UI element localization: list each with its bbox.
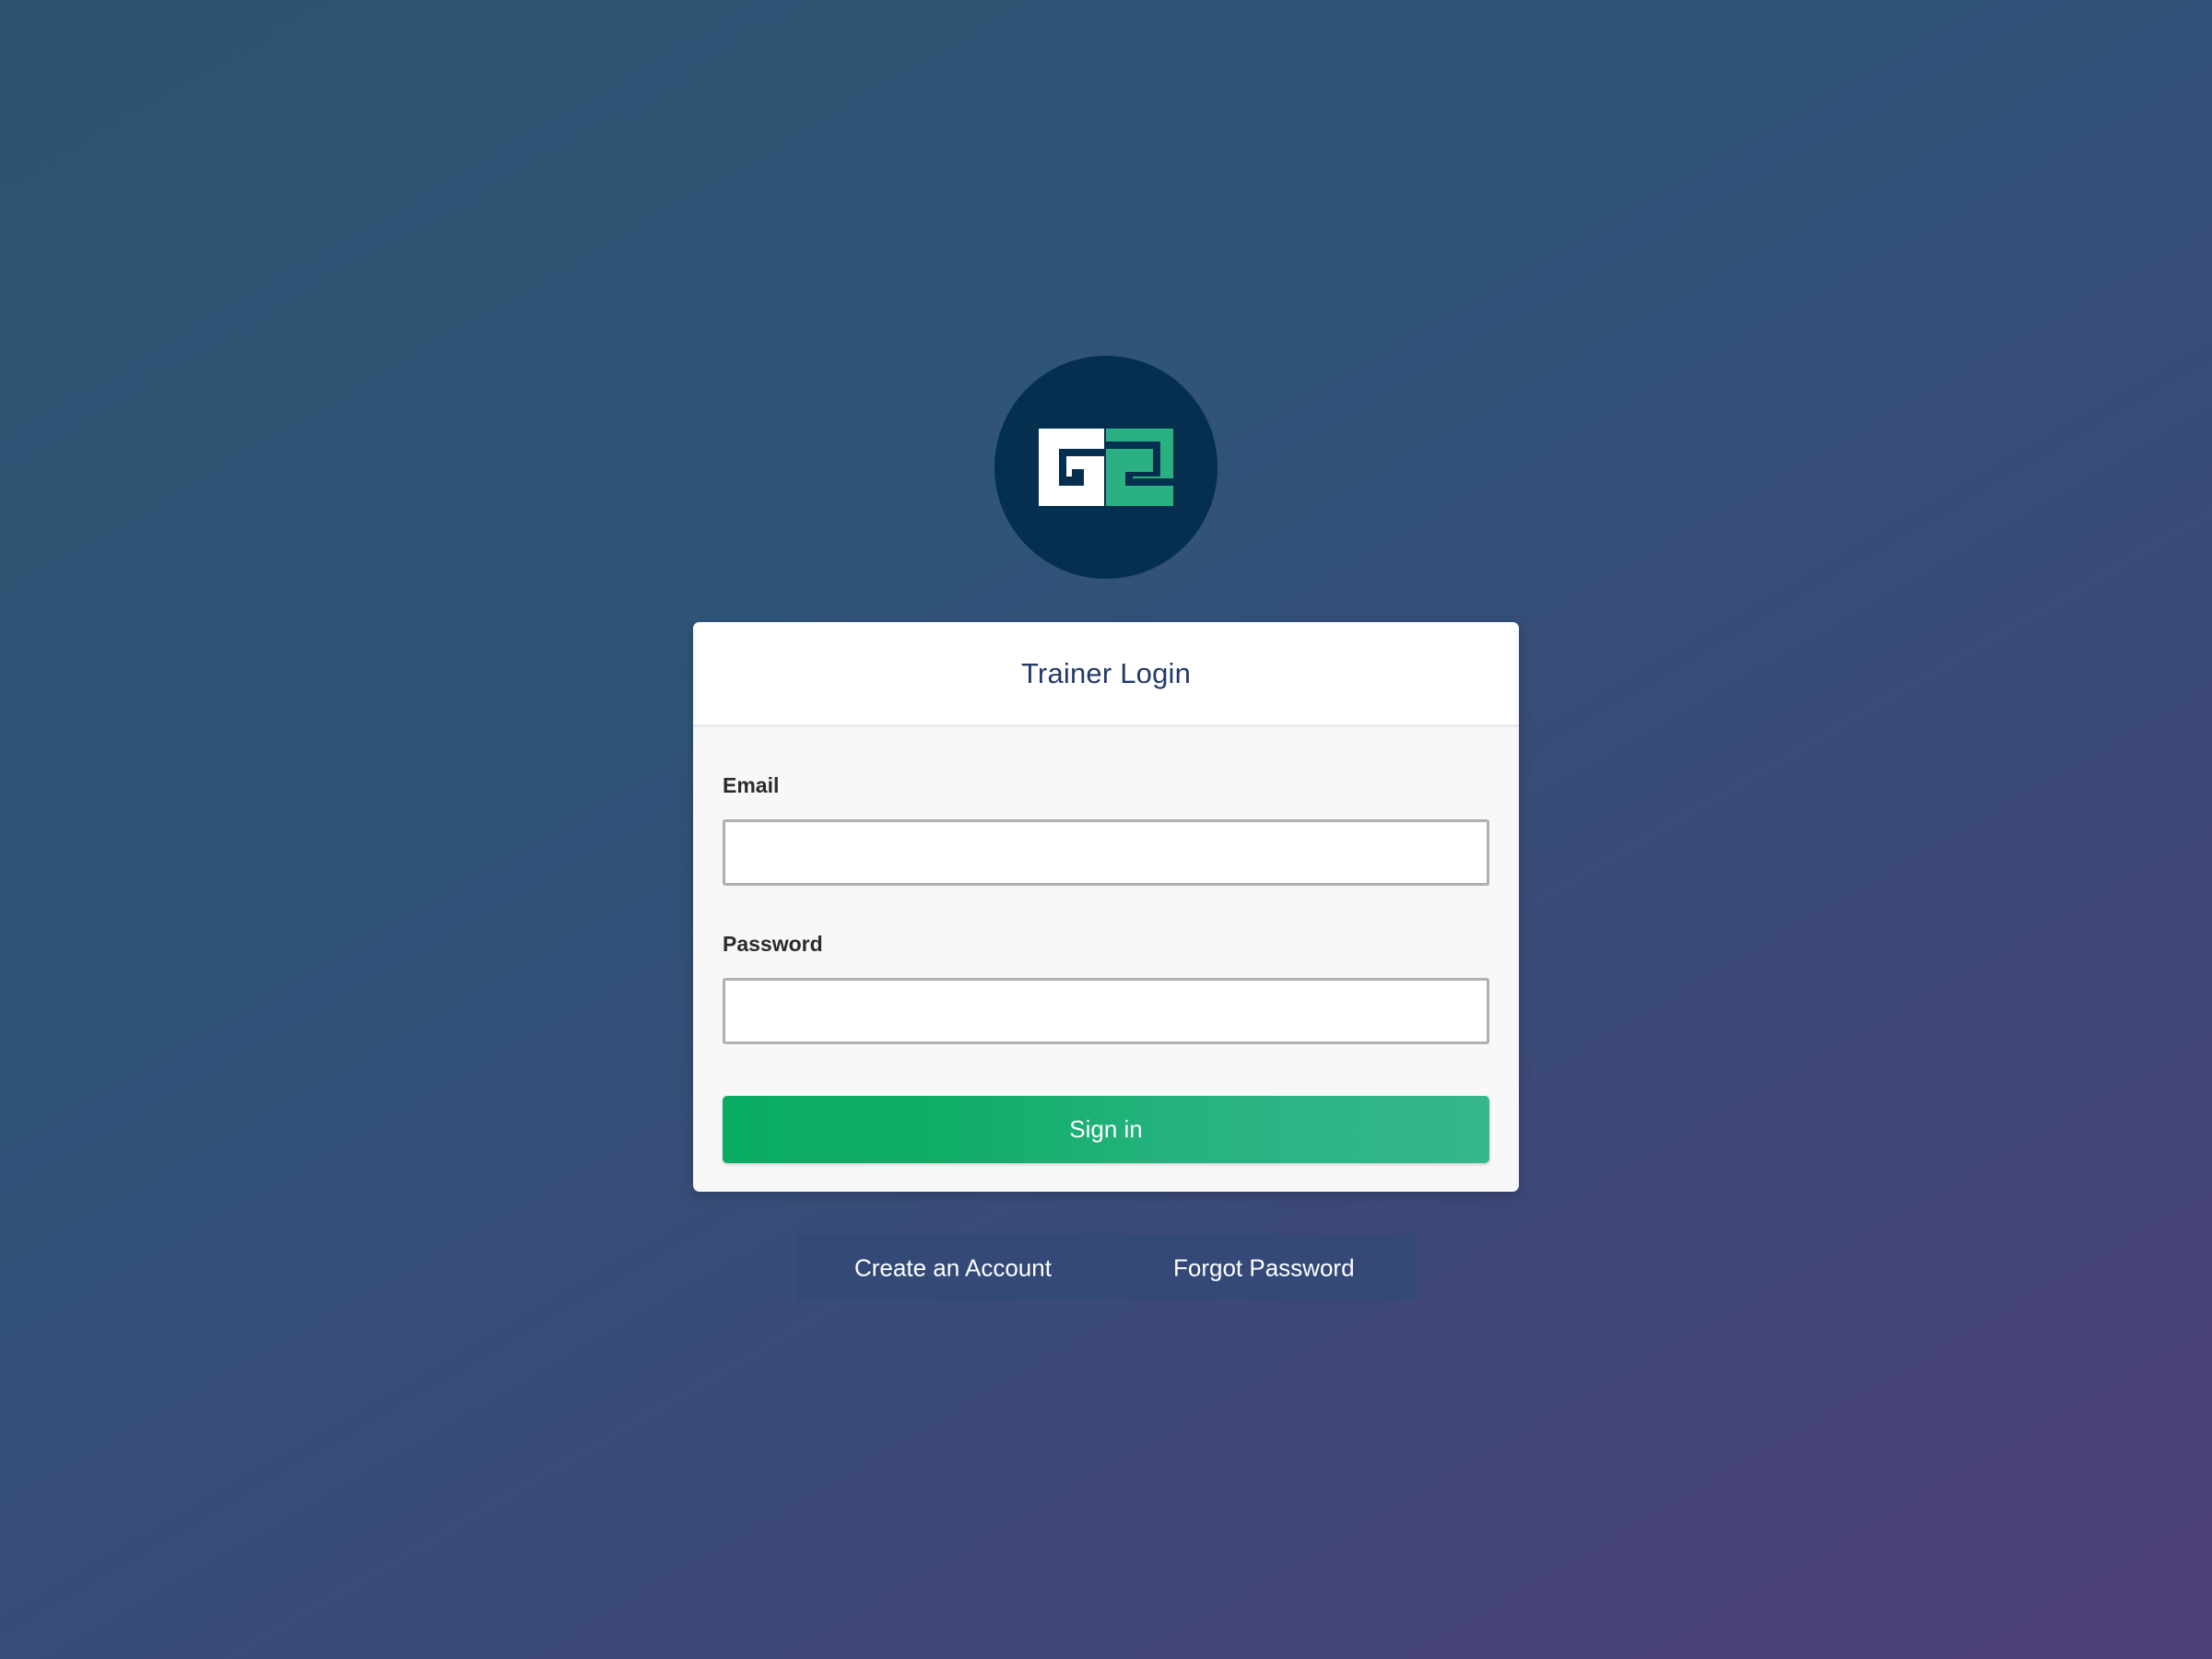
create-account-link[interactable]: Create an Account	[854, 1253, 1052, 1282]
password-label: Password	[723, 932, 823, 956]
email-label: Email	[723, 773, 780, 797]
login-card: Trainer Login Email Password Sign in	[693, 622, 1519, 1192]
login-card-header: Trainer Login	[693, 622, 1519, 727]
g2-logo-icon	[1039, 429, 1173, 506]
footer-links: Create an Account Forgot Password	[794, 1234, 1418, 1301]
logo	[994, 356, 1218, 579]
sign-in-button[interactable]: Sign in	[723, 1096, 1489, 1163]
forgot-password-link[interactable]: Forgot Password	[1173, 1253, 1355, 1282]
email-field[interactable]	[723, 819, 1489, 886]
password-field[interactable]	[723, 978, 1489, 1044]
login-title: Trainer Login	[1020, 656, 1192, 689]
